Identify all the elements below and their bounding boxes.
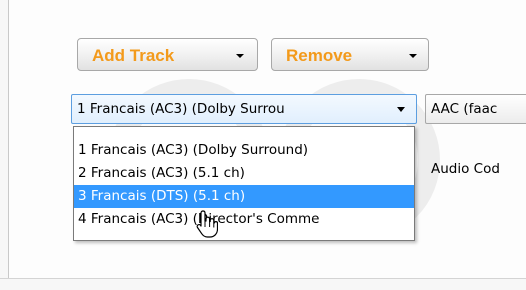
hand-pointer-icon — [196, 210, 218, 238]
chevron-down-icon — [409, 54, 417, 58]
audio-track-selected-value: 1 Francais (AC3) (Dolby Surrou — [77, 101, 285, 117]
remove-button[interactable]: Remove — [271, 38, 429, 71]
remove-label: Remove — [286, 46, 353, 65]
status-strip — [0, 278, 526, 290]
dropdown-option[interactable]: 1 Francais (AC3) (Dolby Surround) — [74, 139, 414, 162]
audio-codec-selected-value: AAC (faac — [431, 101, 498, 117]
audio-track-select[interactable]: 1 Francais (AC3) (Dolby Surrou — [71, 94, 417, 124]
add-track-button[interactable]: Add Track — [77, 38, 258, 71]
chevron-down-icon[interactable] — [397, 107, 405, 112]
window-edge — [0, 0, 9, 289]
add-track-label: Add Track — [92, 46, 175, 65]
audio-codec-column-label: Audio Cod — [431, 161, 500, 177]
audio-track-dropdown-list: 1 Francais (AC3) (Dolby Surround) 2 Fran… — [73, 126, 415, 241]
dropdown-option-highlighted[interactable]: 3 Francais (DTS) (5.1 ch) — [74, 185, 414, 208]
audio-codec-select[interactable]: AAC (faac — [425, 94, 526, 124]
chevron-down-icon — [236, 54, 244, 58]
dropdown-option[interactable]: 4 Francais (AC3) (Director's Comme — [74, 208, 414, 231]
dropdown-option[interactable]: 2 Francais (AC3) (5.1 ch) — [74, 162, 414, 185]
